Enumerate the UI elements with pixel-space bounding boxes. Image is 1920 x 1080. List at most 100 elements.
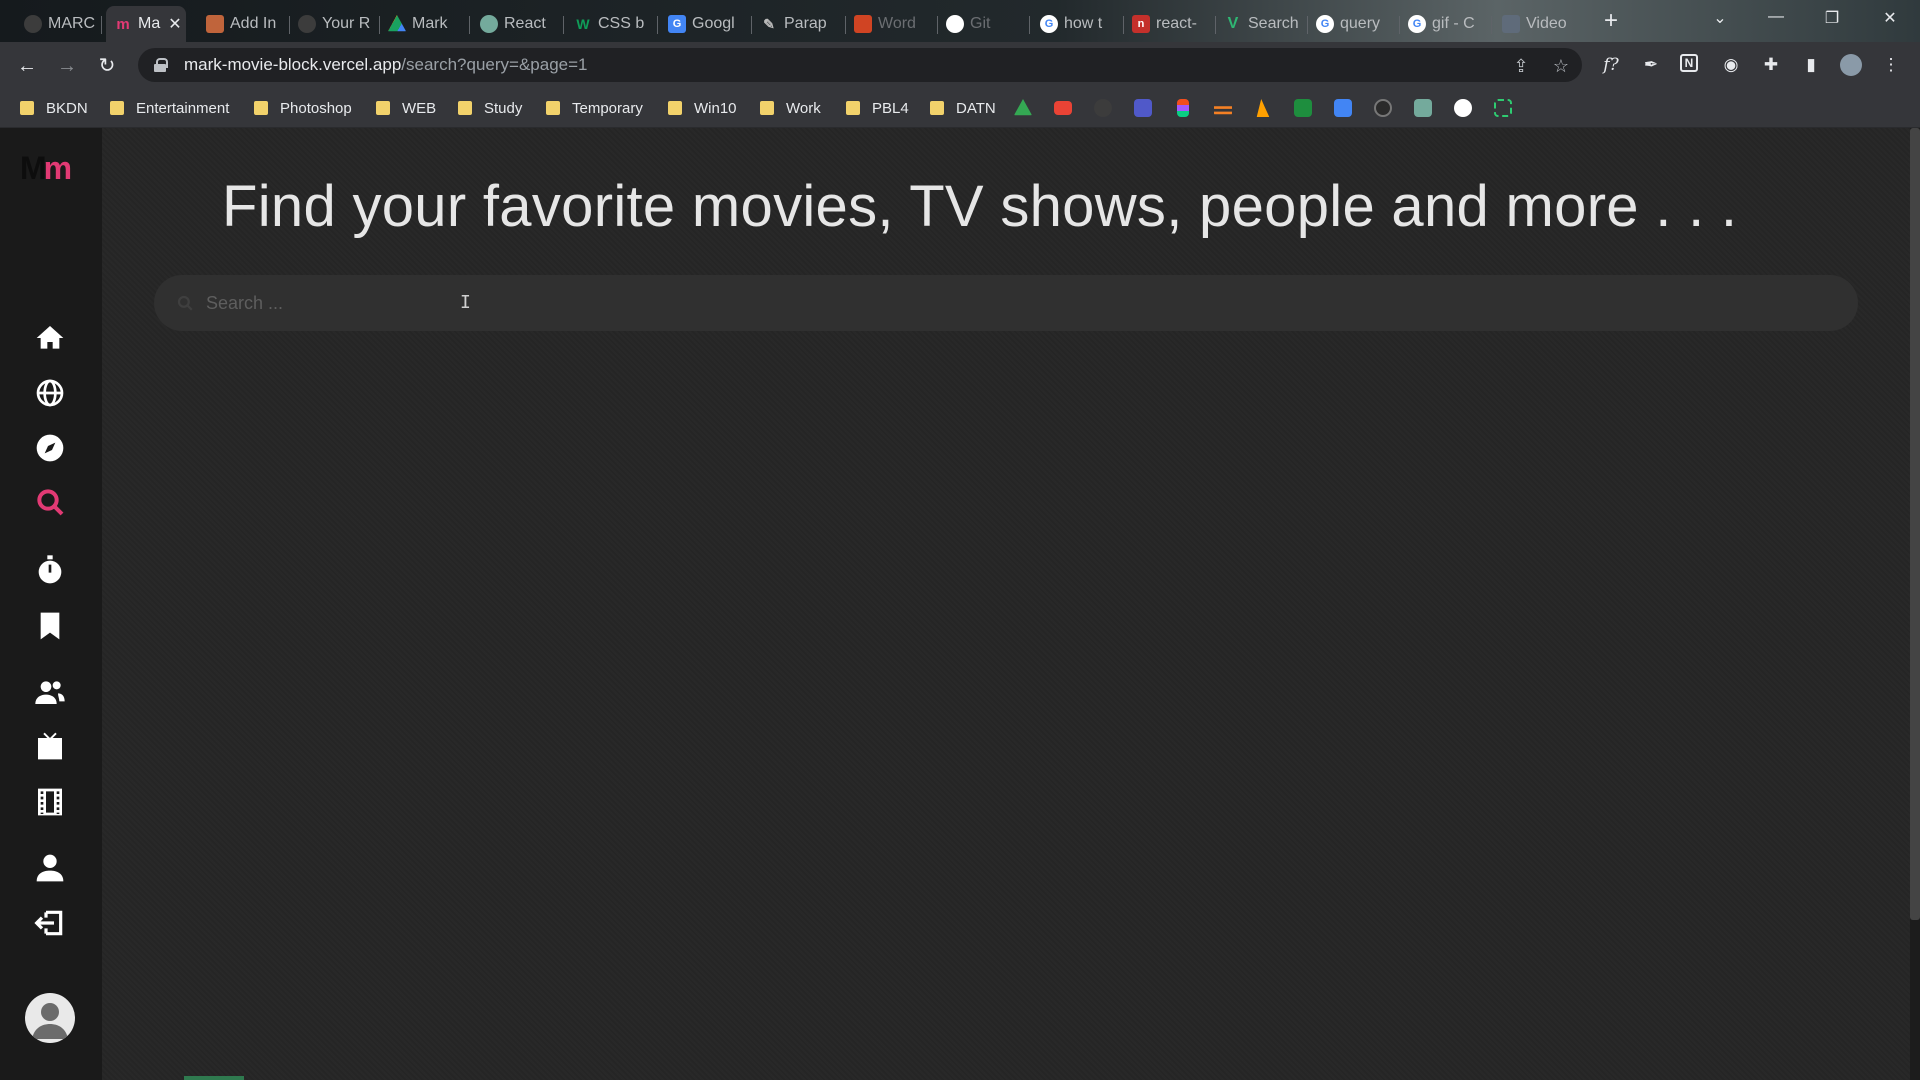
bookmark-folder[interactable]: Study: [458, 97, 522, 119]
tab-5-label: React: [504, 15, 546, 32]
address-bar[interactable]: mark-movie-block.vercel.app/search?query…: [138, 48, 1582, 82]
vercel-icon[interactable]: [1454, 99, 1472, 117]
tab-5[interactable]: React: [472, 6, 564, 42]
bookmark-folder[interactable]: Photoshop: [254, 97, 352, 119]
tab-2[interactable]: Add In: [198, 6, 290, 42]
tab-4[interactable]: Mark: [380, 6, 470, 42]
tv-icon[interactable]: [30, 726, 70, 766]
tab-3[interactable]: Your R: [290, 6, 380, 42]
bookmark-folder[interactable]: Work: [760, 97, 821, 119]
tab-15[interactable]: G gif - C: [1400, 6, 1492, 42]
firebase-icon[interactable]: [1256, 99, 1270, 117]
close-window-icon[interactable]: ✕: [1870, 8, 1910, 28]
app-logo[interactable]: Mm: [20, 150, 72, 187]
bookmark-folder[interactable]: WEB: [376, 97, 436, 119]
tab-close-icon[interactable]: ✕: [168, 14, 181, 34]
tab-search-icon[interactable]: ⌄: [1700, 8, 1740, 28]
tab-9[interactable]: Word: [846, 6, 938, 42]
tab-13[interactable]: V Search: [1216, 6, 1308, 42]
extension-notion-icon[interactable]: N: [1680, 54, 1698, 72]
bookmark-icon[interactable]: [30, 606, 70, 646]
extension-record-icon[interactable]: ◉: [1720, 54, 1742, 76]
folder-icon: [760, 101, 774, 115]
film-icon[interactable]: [30, 782, 70, 822]
scrollbar-thumb[interactable]: [1910, 128, 1920, 920]
new-tab-button[interactable]: +: [1598, 8, 1624, 34]
tab-13-label: Search: [1248, 15, 1299, 32]
tab-2-favicon-icon: [206, 15, 224, 33]
tab-16-favicon-icon: [1502, 15, 1520, 33]
tab-10[interactable]: Git: [938, 6, 1030, 42]
users-icon[interactable]: [30, 672, 70, 712]
search-icon[interactable]: [30, 482, 70, 522]
share-icon[interactable]: ⇪: [1510, 55, 1532, 77]
tab-6[interactable]: W CSS b: [566, 6, 658, 42]
home-icon[interactable]: [30, 318, 70, 358]
teams-icon[interactable]: [1134, 99, 1152, 117]
avatar[interactable]: [25, 993, 75, 1043]
minimize-icon[interactable]: —: [1756, 8, 1796, 26]
bookmark-folder[interactable]: Temporary: [546, 97, 643, 119]
reload-icon[interactable]: ↻: [93, 52, 121, 80]
url-text[interactable]: mark-movie-block.vercel.app/search?query…: [184, 55, 588, 75]
tab-13-favicon-icon: V: [1227, 15, 1239, 32]
back-icon[interactable]: ←: [13, 52, 41, 80]
compass-icon[interactable]: [30, 428, 70, 468]
green-frame-icon[interactable]: [1494, 99, 1512, 117]
extensions-puzzle-icon[interactable]: ✚: [1760, 54, 1782, 76]
tab-1-favicon-icon: m: [116, 15, 130, 33]
folder-icon: [20, 101, 34, 115]
loading-indicator: [184, 1076, 244, 1080]
star-icon[interactable]: ☆: [1550, 55, 1572, 77]
bookmark-folder[interactable]: BKDN: [20, 97, 88, 119]
search-bar[interactable]: [154, 275, 1858, 331]
tab-12[interactable]: n react-: [1124, 6, 1216, 42]
logout-icon[interactable]: [30, 903, 70, 943]
tab-10-favicon-icon: [946, 15, 964, 33]
menu-kebab-icon[interactable]: ⋮: [1880, 54, 1902, 76]
tab-16[interactable]: Video: [1494, 6, 1590, 42]
user-icon[interactable]: [30, 848, 70, 888]
openai-icon[interactable]: [1374, 99, 1392, 117]
tab-1[interactable]: m Ma ✕: [106, 6, 186, 42]
folder-icon: [930, 101, 944, 115]
tab-7[interactable]: G Googl: [660, 6, 752, 42]
tab-11-favicon-icon: G: [1040, 15, 1058, 33]
figma-icon[interactable]: [1177, 99, 1189, 117]
tab-0-label: MARC: [48, 15, 96, 32]
lock-icon[interactable]: [154, 58, 168, 72]
tab-strip: MARC m Ma ✕ Add In Your R Mark React W C…: [0, 0, 1920, 42]
google-drive-icon[interactable]: [1014, 99, 1032, 116]
extension-pen-icon[interactable]: ✒: [1640, 54, 1662, 76]
forward-icon[interactable]: →: [53, 52, 81, 80]
app-viewport: Mm Find your favorite movies, TV shows, …: [0, 128, 1920, 1080]
bookmark-folder[interactable]: Entertainment: [110, 97, 229, 119]
restore-icon[interactable]: ❐: [1812, 8, 1852, 28]
chatgpt-icon[interactable]: [1414, 99, 1432, 117]
bookmark-folder[interactable]: PBL4: [846, 97, 909, 119]
tab-6-favicon-icon: W: [576, 16, 590, 32]
stopwatch-icon[interactable]: [30, 550, 70, 590]
green-app-icon[interactable]: [1294, 99, 1312, 117]
bookmark-folder[interactable]: Win10: [668, 97, 737, 119]
sidebar: Mm: [0, 128, 102, 1080]
bookmarks-bar: BKDN Entertainment Photoshop WEB Study T…: [0, 88, 1920, 128]
github-icon[interactable]: [1094, 99, 1112, 117]
tab-4-favicon-icon: [388, 15, 406, 32]
bookmark-folder[interactable]: DATN: [930, 97, 996, 119]
translate-icon[interactable]: [1334, 99, 1352, 117]
tab-14[interactable]: G query: [1308, 6, 1400, 42]
gmail-icon[interactable]: [1054, 101, 1072, 115]
stack-icon[interactable]: [1214, 106, 1232, 115]
tab-9-favicon-icon: [854, 15, 872, 33]
extension-formula-icon[interactable]: f?: [1600, 54, 1622, 76]
tab-8[interactable]: ✎ Parap: [752, 6, 846, 42]
globe-icon[interactable]: [30, 373, 70, 413]
side-panel-icon[interactable]: ▮: [1800, 54, 1822, 76]
folder-icon: [546, 101, 560, 115]
tab-0[interactable]: MARC: [16, 6, 102, 42]
search-input[interactable]: [206, 292, 1806, 314]
profile-icon[interactable]: [1840, 54, 1862, 76]
tab-11[interactable]: G how t: [1032, 6, 1124, 42]
text-cursor-icon: I: [460, 292, 471, 313]
